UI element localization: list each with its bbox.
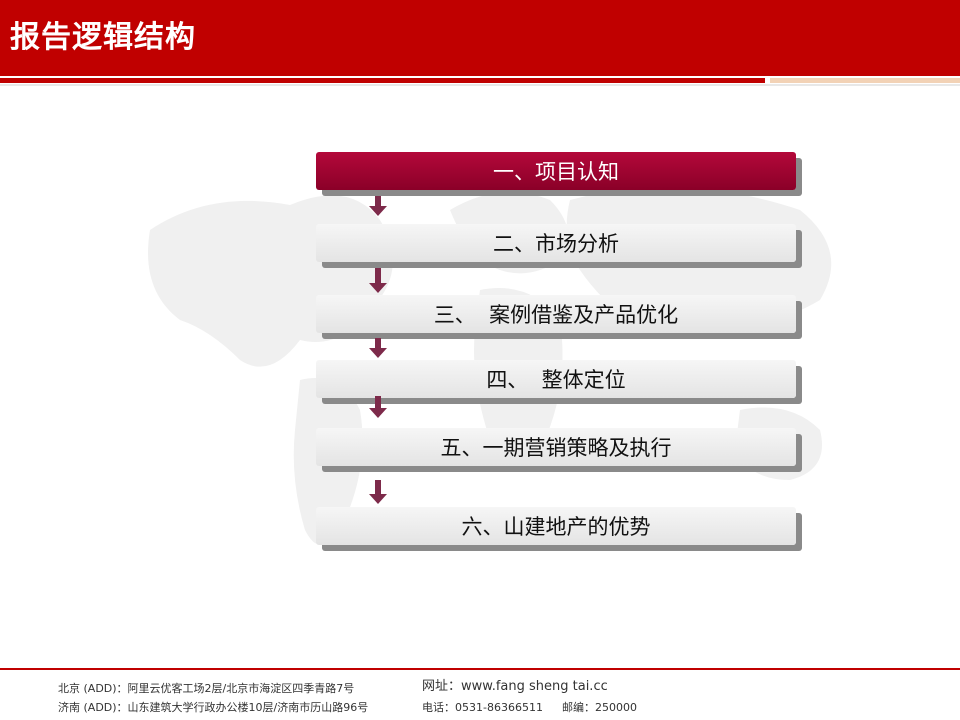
footer-address-jinan: 济南 (ADD)：山东建筑大学行政办公楼10层/济南市历山路96号 bbox=[58, 701, 369, 714]
footer-postcode: 邮编：250000 bbox=[562, 701, 637, 714]
footer-website: 网址：www.fang sheng tai.cc bbox=[422, 679, 608, 694]
header-rule-tan bbox=[770, 78, 960, 83]
step-1-project-cognition[interactable]: 一、项目认知 bbox=[316, 152, 796, 190]
step-2-market-analysis[interactable]: 二、市场分析 bbox=[316, 224, 796, 262]
step-4-positioning[interactable]: 四、 整体定位 bbox=[316, 360, 796, 398]
footer-address-beijing: 北京 (ADD)：阿里云优客工场2层/北京市海淀区四季青路7号 bbox=[58, 682, 355, 695]
header-rule-gray bbox=[0, 84, 960, 86]
header-bar: 报告逻辑结构 bbox=[0, 0, 960, 76]
step-3-case-study[interactable]: 三、 案例借鉴及产品优化 bbox=[316, 295, 796, 333]
header-rule-red bbox=[0, 78, 765, 83]
footer-rule bbox=[0, 668, 960, 670]
step-5-marketing-strategy[interactable]: 五、一期营销策略及执行 bbox=[316, 428, 796, 466]
page-title: 报告逻辑结构 bbox=[10, 20, 196, 55]
footer-phone: 电话：0531-86366511 bbox=[422, 701, 543, 714]
step-6-advantages[interactable]: 六、山建地产的优势 bbox=[316, 507, 796, 545]
